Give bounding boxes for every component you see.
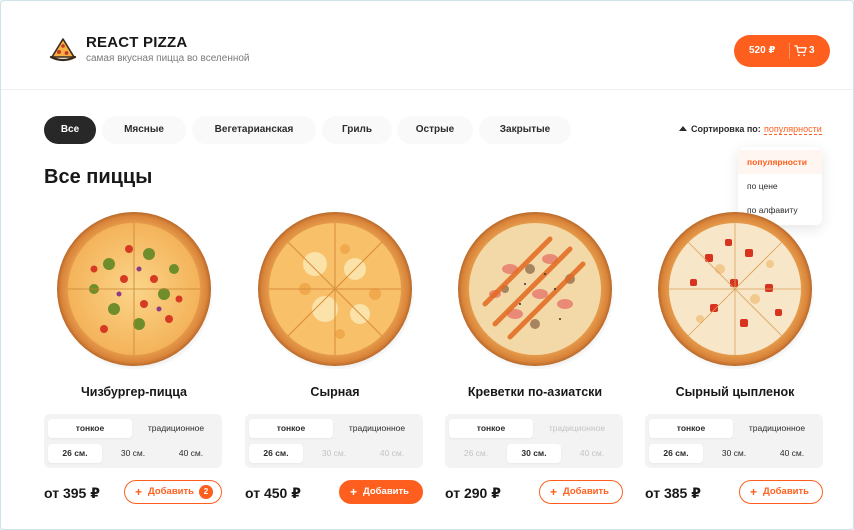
pizza-options: тонкое традиционное 26 см. 30 см. 40 см.	[445, 414, 623, 468]
category-vegetarian[interactable]: Вегетарианская	[192, 116, 316, 144]
sort-option-popularity[interactable]: популярности	[738, 150, 822, 174]
category-spicy[interactable]: Острые	[397, 116, 473, 144]
cart-count: 3	[809, 45, 815, 56]
size-26[interactable]: 26 см.	[249, 444, 303, 463]
sort-option-price[interactable]: по цене	[738, 174, 822, 198]
caret-up-icon[interactable]	[679, 126, 687, 131]
size-30[interactable]: 30 см.	[507, 444, 561, 463]
category-closed[interactable]: Закрытые	[479, 116, 571, 144]
pizza-price: от 385 ₽	[645, 485, 701, 501]
cart-divider	[789, 43, 790, 59]
plus-icon: +	[135, 485, 143, 499]
sort-label: Сортировка по:	[691, 124, 761, 134]
dough-traditional[interactable]: традиционное	[535, 419, 619, 438]
pizza-name: Сырная	[310, 385, 360, 399]
pizza-options: тонкое традиционное 26 см. 30 см. 40 см.	[245, 414, 423, 468]
add-to-cart-button[interactable]: + Добавить	[339, 480, 423, 504]
pizza-price: от 395 ₽	[44, 485, 100, 501]
pizza-image	[458, 212, 615, 369]
size-40[interactable]: 40 см.	[565, 444, 619, 463]
pizza-card: Сырная тонкое традиционное 26 см. 30 см.…	[245, 209, 425, 509]
cart-icon	[794, 45, 807, 57]
pizza-card: Чизбургер-пицца тонкое традиционное 26 с…	[44, 209, 224, 509]
category-all[interactable]: Все	[44, 116, 96, 144]
pizza-name: Креветки по-азиатски	[467, 385, 603, 399]
pizza-image	[258, 212, 415, 369]
add-label: Добавить	[563, 486, 610, 497]
category-grill[interactable]: Гриль	[322, 116, 392, 144]
dough-traditional[interactable]: традиционное	[735, 419, 819, 438]
pizza-price: от 290 ₽	[445, 485, 501, 501]
page-title: Все пиццы	[44, 166, 153, 188]
pizza-card: Креветки по-азиатски тонкое традиционное…	[445, 209, 625, 509]
dough-traditional[interactable]: традиционное	[335, 419, 419, 438]
app-window: REACT PIZZA самая вкусная пицца во вселе…	[0, 0, 854, 530]
size-30[interactable]: 30 см.	[307, 444, 361, 463]
category-meat[interactable]: Мясные	[102, 116, 186, 144]
add-label: Добавить	[148, 486, 195, 497]
pizza-slice-icon[interactable]	[49, 36, 77, 64]
size-26[interactable]: 26 см.	[48, 444, 102, 463]
pizza-options: тонкое традиционное 26 см. 30 см. 40 см.	[645, 414, 823, 468]
add-to-cart-button[interactable]: + Добавить	[739, 480, 823, 504]
dough-thin[interactable]: тонкое	[649, 419, 733, 438]
cart-total: 520 ₽	[749, 45, 776, 56]
size-40[interactable]: 40 см.	[765, 444, 819, 463]
size-30[interactable]: 30 см.	[106, 444, 160, 463]
sort-value[interactable]: популярности	[764, 124, 822, 135]
size-40[interactable]: 40 см.	[365, 444, 419, 463]
header: REACT PIZZA самая вкусная пицца во вселе…	[1, 1, 853, 90]
add-label: Добавить	[363, 486, 410, 497]
plus-icon: +	[350, 485, 358, 499]
size-26[interactable]: 26 см.	[649, 444, 703, 463]
pizza-card: Сырный цыпленок тонкое традиционное 26 с…	[645, 209, 825, 509]
cart-button[interactable]: 520 ₽ 3	[734, 35, 830, 67]
dough-traditional[interactable]: традиционное	[134, 419, 218, 438]
size-40[interactable]: 40 см.	[164, 444, 218, 463]
pizza-options: тонкое традиционное 26 см. 30 см. 40 см.	[44, 414, 222, 468]
size-30[interactable]: 30 см.	[707, 444, 761, 463]
plus-icon: +	[750, 485, 758, 499]
pizza-name: Чизбургер-пицца	[80, 385, 187, 399]
dough-thin[interactable]: тонкое	[449, 419, 533, 438]
add-to-cart-button[interactable]: + Добавить	[539, 480, 623, 504]
add-count-badge: 2	[199, 485, 213, 499]
dough-thin[interactable]: тонкое	[249, 419, 333, 438]
add-label: Добавить	[763, 486, 810, 497]
brand-title[interactable]: REACT PIZZA	[86, 34, 187, 51]
plus-icon: +	[550, 485, 558, 499]
pizza-price: от 450 ₽	[245, 485, 301, 501]
pizza-image	[658, 212, 815, 369]
pizza-image	[57, 212, 214, 369]
brand-subtitle: самая вкусная пицца во вселенной	[86, 53, 250, 64]
pizza-name: Сырный цыпленок	[675, 385, 795, 399]
add-to-cart-button[interactable]: + Добавить 2	[124, 480, 222, 504]
dough-thin[interactable]: тонкое	[48, 419, 132, 438]
size-26[interactable]: 26 см.	[449, 444, 503, 463]
